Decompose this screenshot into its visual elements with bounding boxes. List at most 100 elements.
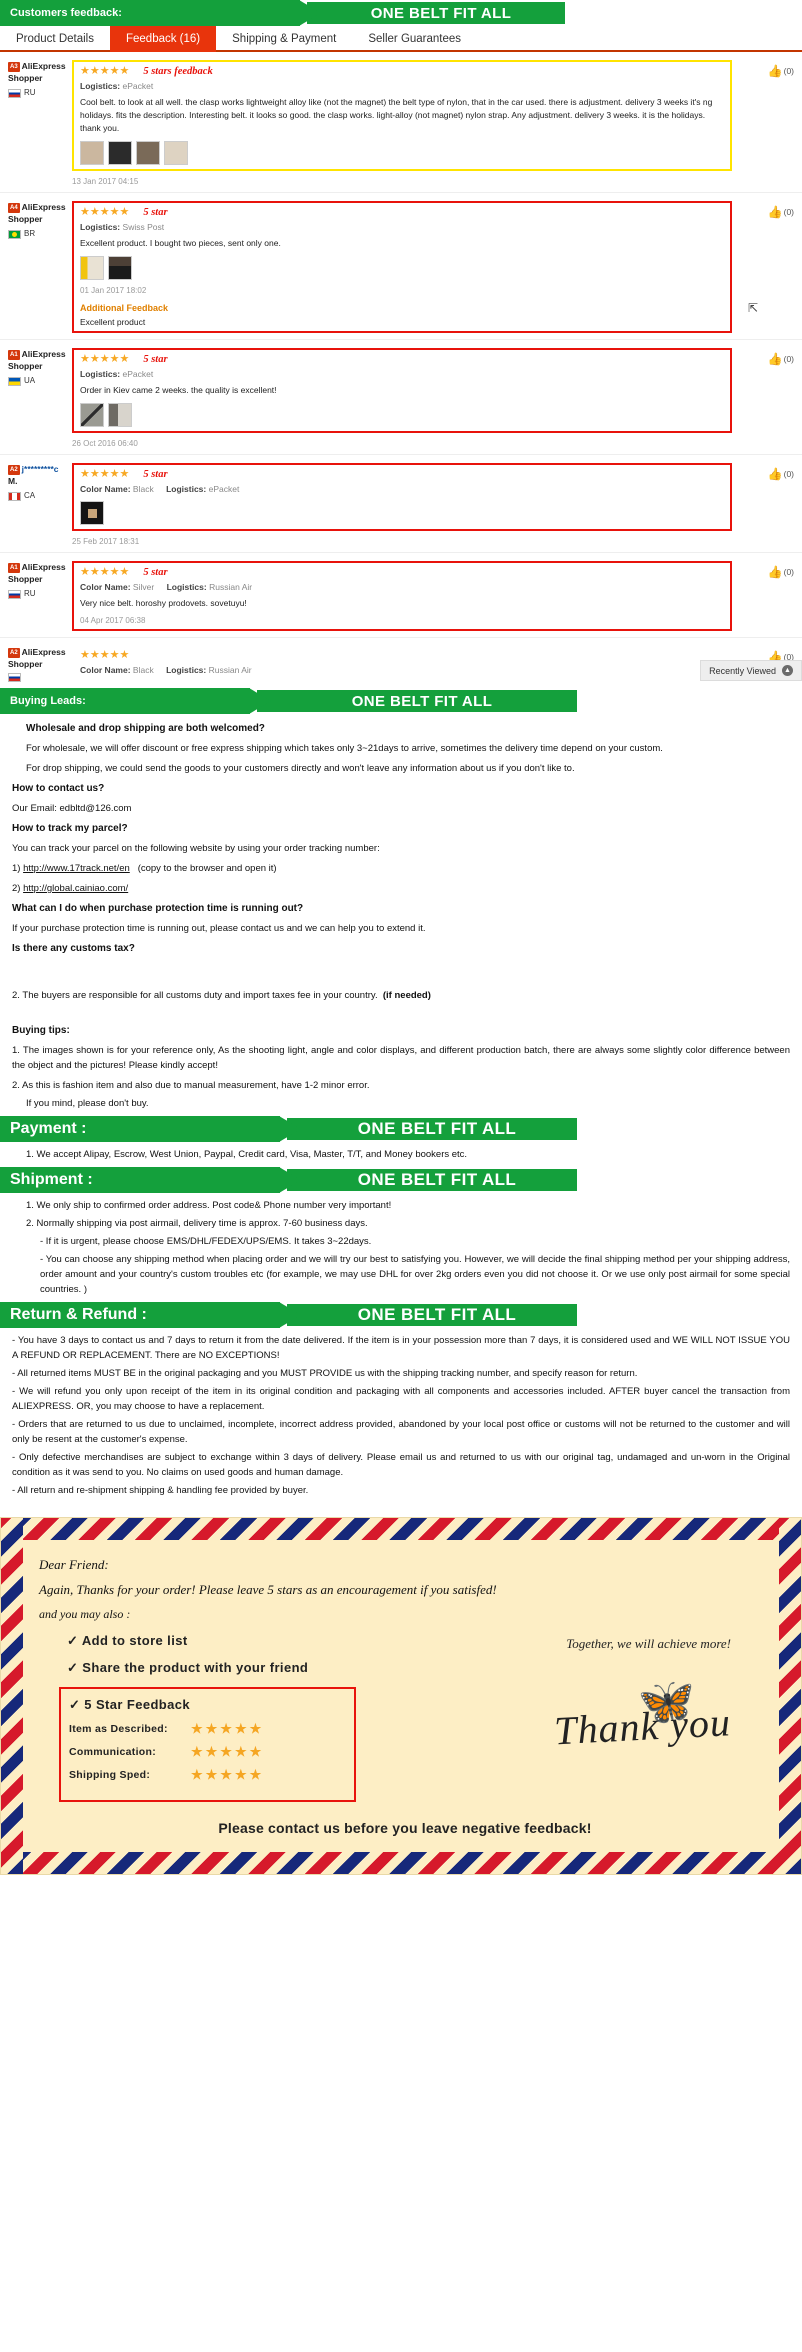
rating-label: Shipping Sped:	[69, 1769, 151, 1781]
faq-answer: For drop shipping, we could send the goo…	[26, 763, 575, 774]
suggestion-intro: and you may also :	[39, 1607, 131, 1621]
tab-feedback[interactable]: Feedback (16)	[109, 26, 217, 52]
star-rating: ★★★★★	[80, 206, 130, 218]
helpful-button[interactable]: 👍 (0)	[768, 352, 794, 366]
negative-feedback-notice: Please contact us before you leave negat…	[218, 1820, 592, 1836]
reviewer-info: A2 j*********c M. CA	[0, 463, 72, 546]
feedback-thumbnail[interactable]	[108, 403, 132, 427]
flag-br-icon	[8, 229, 21, 239]
thanks-line: Again, Thanks for your order! Please lea…	[39, 1582, 497, 1597]
shipment-note: - You can choose any shipping method whe…	[40, 1254, 790, 1295]
five-star-feedback-title: ✓ 5 Star Feedback	[69, 1697, 191, 1712]
faq-question: Is there any customs tax?	[12, 943, 135, 954]
rating-stars: ★★★★★	[191, 1767, 265, 1782]
star-rating: ★★★★★	[80, 353, 130, 365]
thumbs-up-icon: 👍	[767, 205, 783, 219]
contact-email: Our Email: edbltd@126.com	[12, 803, 132, 814]
rating-line: ★★★★★ 5 star	[80, 468, 724, 480]
faq-question: How to contact us?	[12, 783, 105, 794]
rating-label: Communication:	[69, 1746, 157, 1758]
reviewer-name: A1 AliExpress	[8, 349, 66, 360]
feedback-row: A1 AliExpress Shopper UA ★★★★★ 5 star Log…	[0, 340, 802, 455]
color-value: Black	[132, 665, 154, 675]
thank-you-card: Dear Friend: Again, Thanks for your orde…	[0, 1517, 802, 1875]
additional-feedback-label: Additional Feedback	[80, 303, 169, 313]
feedback-thumbnail[interactable]	[108, 256, 132, 280]
banner-arrow-icon	[279, 1302, 301, 1328]
tab-seller-guarantees[interactable]: Seller Guarantees	[352, 26, 477, 52]
color-label: Color Name:	[80, 582, 131, 592]
return-refund-banner: Return & Refund : ONE BELT FIT ALL	[0, 1302, 802, 1328]
logistics-value: Swiss Post	[122, 222, 165, 232]
reviewer-name-2: Shopper	[8, 214, 43, 224]
flag-ca-icon	[8, 491, 21, 501]
reviewer-country: RU	[8, 87, 72, 99]
collapse-icon[interactable]: ▲	[782, 665, 793, 676]
feedback-body: ★★★★★ 5 star Color Name: Black Logistics…	[72, 463, 802, 546]
product-page: Customers feedback: ONE BELT FIT ALL Pro…	[0, 0, 802, 1875]
feedback-body: ★★★★★ 5 star Logistics: ePacket Order in…	[72, 348, 802, 448]
feedback-text: Excellent product. I bought two pieces, …	[80, 238, 281, 248]
annotation-note: 5 star	[143, 353, 168, 365]
feedback-thumbnail[interactable]	[108, 141, 132, 165]
feedback-date: 01 Jan 2017 18:02	[80, 286, 147, 295]
shipment-note: 1. We only ship to confirmed order addre…	[26, 1200, 392, 1211]
customers-feedback-banner: Customers feedback: ONE BELT FIT ALL	[0, 0, 802, 26]
payment-methods: 1. We accept Alipay, Escrow, West Union,…	[26, 1149, 468, 1160]
feedback-row: A2 j*********c M. CA ★★★★★ 5 star Color N…	[0, 455, 802, 553]
reviewer-country: CA	[8, 490, 72, 502]
rating-line: ★★★★★	[80, 649, 726, 661]
feedback-meta: Color Name: Black Logistics: ePacket	[80, 483, 724, 495]
rating-line: ★★★★★ 5 star	[80, 206, 724, 218]
feedback-thumbnails	[80, 256, 724, 280]
star-rating: ★★★★★	[80, 566, 130, 578]
star-rating: ★★★★★	[80, 468, 130, 480]
feedback-row: A2 AliExpress Shopper ★★★★★ Color Name: B…	[0, 638, 802, 688]
feedback-meta: Color Name: Black Logistics: Russian Air	[80, 664, 726, 676]
helpful-button[interactable]: 👍 (0)	[768, 467, 794, 481]
helpful-button[interactable]: 👍 (0)	[768, 565, 794, 579]
feedback-thumbnail[interactable]	[164, 141, 188, 165]
banner-label: Payment :	[0, 1116, 280, 1142]
tab-shipping-payment[interactable]: Shipping & Payment	[216, 26, 352, 52]
airmail-border-left	[1, 1518, 23, 1874]
like-count: (0)	[783, 207, 794, 217]
annotation-note: 5 stars feedback	[143, 65, 213, 77]
tracking-link-row-1: 1) http://www.17track.net/en (copy to th…	[12, 863, 277, 874]
tracking-link-17track[interactable]: http://www.17track.net/en	[23, 863, 130, 874]
banner-slogan: ONE BELT FIT ALL	[307, 2, 565, 24]
banner-label: Buying Leads:	[0, 688, 250, 714]
feedback-thumbnail[interactable]	[80, 403, 104, 427]
faq-question: How to track my parcel?	[12, 823, 128, 834]
faq-answer: For wholesale, we will offer discount or…	[26, 743, 663, 754]
helpful-button[interactable]: 👍 (0)	[768, 205, 794, 219]
feedback-thumbnail[interactable]	[80, 141, 104, 165]
banner-label: Return & Refund :	[0, 1302, 280, 1328]
feedback-thumbnail[interactable]	[80, 501, 104, 525]
helpful-button[interactable]: 👍 (0)	[768, 64, 794, 78]
reviewer-name: A4 AliExpress	[8, 202, 66, 213]
buying-leads-banner: Buying Leads: ONE BELT FIT ALL	[0, 688, 802, 714]
tab-product-details[interactable]: Product Details	[0, 26, 110, 52]
feedback-row: A3 AliExpress Shopper RU ★★★★★ 5 stars fe…	[0, 52, 802, 193]
thank-you-signature: Thank you	[553, 1699, 732, 1754]
recently-viewed-widget[interactable]: Recently Viewed ▲	[700, 660, 802, 681]
reviewer-info: A1 AliExpress Shopper UA	[0, 348, 72, 448]
banner-slogan: ONE BELT FIT ALL	[287, 1304, 577, 1326]
feedback-body: ★★★★★ Color Name: Black Logistics: Russi…	[72, 646, 802, 682]
together-slogan: Together, we will achieve more!	[566, 1636, 731, 1651]
tracking-link-cainiao[interactable]: http://global.cainiao.com/	[23, 883, 128, 894]
feedback-date: 04 Apr 2017 06:38	[80, 616, 146, 625]
banner-label: Shipment :	[0, 1167, 280, 1193]
reviewer-info: A2 AliExpress Shopper	[0, 646, 72, 682]
rating-line: ★★★★★ 5 star	[80, 353, 724, 365]
faq-answer: If your purchase protection time is runn…	[12, 923, 426, 934]
thumbs-up-icon: 👍	[767, 565, 783, 579]
feedback-thumbnail[interactable]	[136, 141, 160, 165]
banner-arrow-icon	[279, 1167, 301, 1193]
feedback-thumbnail[interactable]	[80, 256, 104, 280]
like-count: (0)	[783, 66, 794, 76]
payment-content: 1. We accept Alipay, Escrow, West Union,…	[0, 1142, 802, 1167]
feedback-date: 25 Feb 2017 18:31	[72, 537, 140, 546]
banner-slogan: ONE BELT FIT ALL	[287, 1169, 577, 1191]
